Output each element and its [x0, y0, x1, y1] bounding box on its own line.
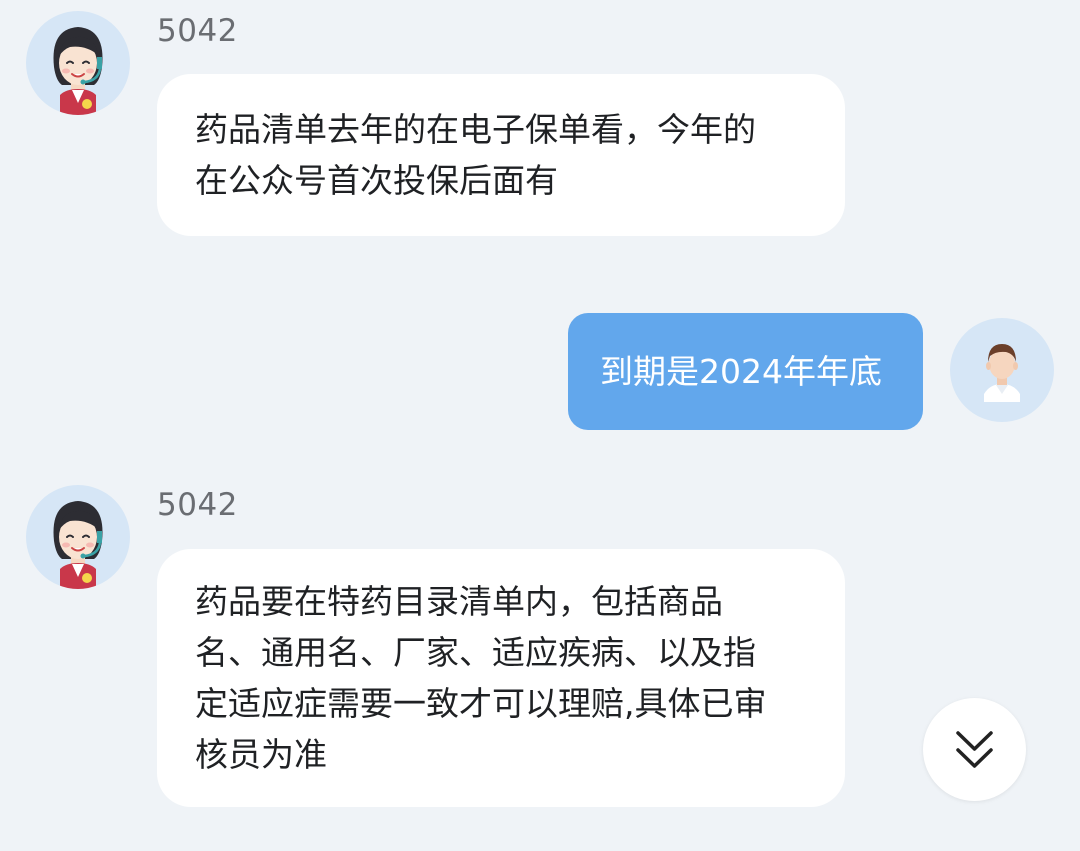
message-text-line: 核员为准 — [195, 735, 327, 774]
scroll-to-bottom-button[interactable] — [923, 698, 1026, 801]
customer-service-agent-icon — [53, 27, 103, 115]
agent-avatar[interactable] — [26, 485, 130, 589]
sender-name: 5042 — [157, 13, 238, 49]
message-bubble[interactable]: 药品要在特药目录清单内，包括商品 名、通用名、厂家、适应疾病、以及指 定适应症需… — [157, 549, 845, 807]
message-text-line: 在公众号首次投保后面有 — [195, 161, 558, 200]
double-chevron-down-icon — [956, 731, 993, 768]
message-text-line: 定适应症需要一致才可以理赔,具体已审 — [195, 684, 767, 723]
message-text-line: 名、通用名、厂家、适应疾病、以及指 — [195, 633, 756, 672]
outgoing-message-bubble[interactable]: 到期是2024年年底 — [568, 313, 923, 430]
user-avatar-icon — [984, 344, 1020, 402]
message-text-line: 药品清单去年的在电子保单看，今年的 — [195, 110, 756, 149]
customer-service-agent-icon — [53, 501, 103, 589]
user-avatar[interactable] — [950, 318, 1054, 422]
message-bubble[interactable]: 药品清单去年的在电子保单看，今年的 在公众号首次投保后面有 — [157, 74, 845, 236]
message-text-line: 药品要在特药目录清单内，包括商品 — [195, 582, 723, 621]
sender-name: 5042 — [157, 487, 238, 523]
message-text-line: 到期是2024年年底 — [600, 352, 882, 391]
agent-avatar[interactable] — [26, 11, 130, 115]
